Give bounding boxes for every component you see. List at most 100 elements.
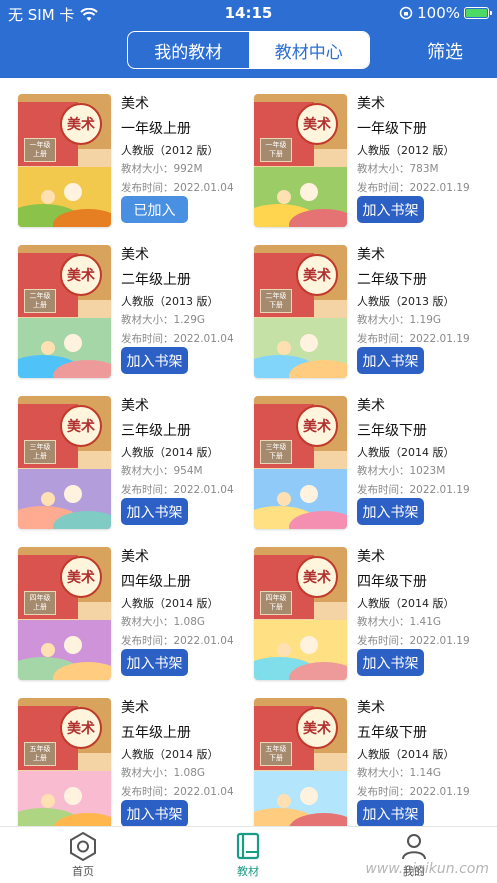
- book-grade: 一年级上册: [121, 121, 191, 137]
- textbook-card[interactable]: 美术 五年级 下册 美术 五年级下册 人教版（2014 版） 教材大小：1.14…: [254, 698, 484, 826]
- add-to-shelf-button[interactable]: 加入书架: [357, 347, 424, 374]
- book-cover[interactable]: 美术 三年级 上册: [18, 396, 111, 529]
- book-cover[interactable]: 美术 五年级 下册: [254, 698, 347, 826]
- book-cover[interactable]: 美术 三年级 下册: [254, 396, 347, 529]
- book-grade: 一年级下册: [357, 121, 427, 137]
- book-cover[interactable]: 美术 一年级 下册: [254, 94, 347, 227]
- add-to-shelf-button[interactable]: 加入书架: [121, 498, 188, 525]
- book-subject: 美术: [121, 549, 149, 565]
- cover-term: 上册: [33, 150, 47, 158]
- cover-illustration: [18, 469, 111, 529]
- book-edition: 人教版（2013 版）: [121, 295, 219, 308]
- cover-grade-tag: 五年级 上册: [24, 742, 56, 766]
- cover-illustration: [254, 771, 347, 826]
- tab-textbooks-label: 教材: [237, 865, 259, 878]
- tab-my-textbooks[interactable]: 我的教材: [128, 32, 249, 68]
- book-size: 教材大小：1.08G: [121, 767, 206, 779]
- filter-button[interactable]: 筛选: [427, 38, 463, 64]
- cover-term: 下册: [269, 301, 283, 309]
- hexagon-home-icon: [70, 831, 96, 861]
- cover-illustration: [254, 469, 347, 529]
- tab-textbook-center[interactable]: 教材中心: [248, 32, 369, 68]
- textbook-card[interactable]: 美术 五年级 上册 美术 五年级上册 人教版（2014 版） 教材大小：1.08…: [18, 698, 248, 826]
- book-subject: 美术: [357, 96, 385, 112]
- cover-grade: 五年级: [29, 745, 51, 753]
- textbook-card[interactable]: 美术 四年级 下册 美术 四年级下册 人教版（2014 版） 教材大小：1.41…: [254, 547, 484, 687]
- cover-illustration: [254, 318, 347, 378]
- cover-grade-tag: 二年级 下册: [260, 289, 292, 313]
- status-bar: 无 SIM 卡 14:15 100%: [0, 0, 497, 26]
- cover-title-badge: 美术: [60, 103, 102, 145]
- book-grade: 二年级下册: [357, 272, 427, 288]
- add-to-shelf-button[interactable]: 加入书架: [357, 498, 424, 525]
- book-edition: 人教版（2014 版）: [357, 446, 455, 459]
- cover-grade-tag: 三年级 下册: [260, 440, 292, 464]
- cover-title-badge: 美术: [296, 103, 338, 145]
- cover-term: 上册: [33, 301, 47, 309]
- book-subject: 美术: [121, 247, 149, 263]
- book-edition: 人教版（2014 版）: [121, 597, 219, 610]
- book-cover[interactable]: 美术 四年级 下册: [254, 547, 347, 680]
- add-to-shelf-button[interactable]: 加入书架: [357, 196, 424, 223]
- textbook-card[interactable]: 美术 二年级 下册 美术 二年级下册 人教版（2013 版） 教材大小：1.19…: [254, 245, 484, 385]
- textbook-card[interactable]: 美术 三年级 下册 美术 三年级下册 人教版（2014 版） 教材大小：1023…: [254, 396, 484, 536]
- book-info: 美术 二年级上册 人教版（2013 版） 教材大小：1.29G 发布时间：202…: [121, 245, 251, 349]
- book-size: 教材大小：1.41G: [357, 616, 442, 628]
- book-info: 美术 五年级下册 人教版（2014 版） 教材大小：1.14G 发布时间：202…: [357, 698, 487, 802]
- book-info: 美术 四年级下册 人教版（2014 版） 教材大小：1.41G 发布时间：202…: [357, 547, 487, 651]
- textbook-grid: 美术 一年级 上册 美术 一年级上册 人教版（2012 版） 教材大小：992M: [0, 78, 497, 826]
- watermark: www.pigikun.com: [365, 861, 489, 877]
- book-info: 美术 三年级下册 人教版（2014 版） 教材大小：1023M 发布时间：202…: [357, 396, 487, 500]
- add-to-shelf-button[interactable]: 加入书架: [357, 649, 424, 676]
- cover-term: 上册: [33, 452, 47, 460]
- add-to-shelf-button[interactable]: 加入书架: [121, 800, 188, 826]
- book-cover[interactable]: 美术 一年级 上册: [18, 94, 111, 227]
- textbook-card[interactable]: 美术 三年级 上册 美术 三年级上册 人教版（2014 版） 教材大小：954M: [18, 396, 248, 536]
- book-subject: 美术: [121, 700, 149, 716]
- cover-grade-tag: 一年级 上册: [24, 138, 56, 162]
- app-screen: 无 SIM 卡 14:15 100% 我的教材 教材中心 筛选 美术 一年级 上…: [0, 0, 497, 883]
- add-to-shelf-button[interactable]: 加入书架: [121, 347, 188, 374]
- bottom-tab-bar: 首页 教材 我的 www.pigikun.com: [0, 826, 497, 883]
- book-info: 美术 一年级上册 人教版（2012 版） 教材大小：992M 发布时间：2022…: [121, 94, 251, 198]
- book-edition: 人教版（2013 版）: [357, 295, 455, 308]
- cover-term: 下册: [269, 754, 283, 762]
- cover-grade-tag: 二年级 上册: [24, 289, 56, 313]
- cover-grade: 四年级: [29, 594, 51, 602]
- book-subject: 美术: [357, 700, 385, 716]
- book-size: 教材大小：954M: [121, 465, 203, 477]
- cover-title-badge: 美术: [296, 254, 338, 296]
- tab-home[interactable]: 首页: [53, 831, 113, 879]
- cover-title-badge: 美术: [60, 405, 102, 447]
- add-to-shelf-button[interactable]: 加入书架: [357, 800, 424, 826]
- book-cover[interactable]: 美术 五年级 上册: [18, 698, 111, 826]
- book-cover[interactable]: 美术 二年级 上册: [18, 245, 111, 378]
- book-cover[interactable]: 美术 二年级 下册: [254, 245, 347, 378]
- book-info: 美术 五年级上册 人教版（2014 版） 教材大小：1.08G 发布时间：202…: [121, 698, 251, 802]
- tab-textbooks[interactable]: 教材: [218, 831, 278, 879]
- book-grade: 四年级上册: [121, 574, 191, 590]
- cover-grade-tag: 五年级 下册: [260, 742, 292, 766]
- cover-term: 上册: [33, 603, 47, 611]
- textbook-card[interactable]: 美术 一年级 上册 美术 一年级上册 人教版（2012 版） 教材大小：992M: [18, 94, 248, 234]
- cover-grade: 一年级: [29, 141, 51, 149]
- book-size: 教材大小：783M: [357, 163, 439, 175]
- book-subject: 美术: [357, 549, 385, 565]
- book-info: 美术 三年级上册 人教版（2014 版） 教材大小：954M 发布时间：2022…: [121, 396, 251, 500]
- tab-home-label: 首页: [72, 865, 94, 878]
- book-subject: 美术: [121, 96, 149, 112]
- cover-illustration: [18, 771, 111, 826]
- book-icon: [236, 832, 260, 860]
- add-to-shelf-button[interactable]: 加入书架: [121, 649, 188, 676]
- textbook-card[interactable]: 美术 二年级 上册 美术 二年级上册 人教版（2013 版） 教材大小：1.29…: [18, 245, 248, 385]
- cover-grade: 四年级: [265, 594, 287, 602]
- user-icon: [402, 834, 426, 860]
- textbook-card[interactable]: 美术 四年级 上册 美术 四年级上册 人教版（2014 版） 教材大小：1.08…: [18, 547, 248, 687]
- book-cover[interactable]: 美术 四年级 上册: [18, 547, 111, 680]
- cover-term: 下册: [269, 452, 283, 460]
- textbook-card[interactable]: 美术 一年级 下册 美术 一年级下册 人教版（2012 版） 教材大小：783M: [254, 94, 484, 234]
- added-button[interactable]: 已加入: [121, 196, 188, 223]
- book-grade: 五年级下册: [357, 725, 427, 741]
- book-size: 教材大小：1023M: [357, 465, 446, 477]
- cover-grade-tag: 一年级 下册: [260, 138, 292, 162]
